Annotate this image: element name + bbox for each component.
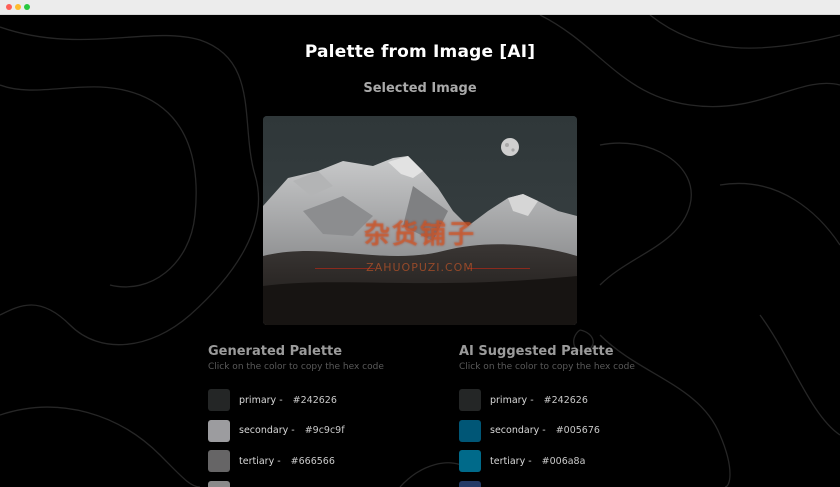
color-swatch[interactable]	[459, 480, 481, 487]
window-titlebar	[0, 0, 840, 15]
color-hex[interactable]: #242626	[544, 395, 588, 406]
app-canvas: Palette from Image [AI] Selected Image 杂…	[0, 15, 840, 487]
image-watermark: 杂货铺子	[363, 220, 476, 250]
color-swatch[interactable]	[459, 389, 481, 411]
minimize-window-icon[interactable]	[15, 4, 21, 10]
color-name: primary -	[239, 394, 283, 406]
generated-palette-hint: Click on the color to copy the hex code	[208, 362, 384, 372]
color-swatch[interactable]	[208, 480, 230, 487]
close-window-icon[interactable]	[6, 4, 12, 10]
generated-swatch-list: primary - #242626 secondary - #9c9c9f te…	[208, 389, 438, 487]
color-swatch[interactable]	[208, 450, 230, 472]
swatch-row-primary[interactable]: primary - #242626	[208, 389, 438, 411]
ai-swatch-row-tertiary[interactable]: tertiary - #006a8a	[459, 450, 689, 472]
generated-palette: Generated Palette Click on the color to …	[208, 344, 438, 487]
browser-window: Palette from Image [AI] Selected Image 杂…	[0, 0, 840, 487]
color-hex[interactable]: #9c9c9f	[305, 425, 345, 436]
ai-swatch-list: primary - #242626 secondary - #005676 te…	[459, 389, 689, 487]
color-swatch[interactable]	[208, 389, 230, 411]
ai-swatch-row-quaternary[interactable]	[459, 480, 689, 487]
color-name: tertiary -	[239, 455, 281, 467]
selected-image[interactable]: 杂货铺子 ZAHUOPUZI.COM	[263, 116, 577, 325]
ai-swatch-row-primary[interactable]: primary - #242626	[459, 389, 689, 411]
maximize-window-icon[interactable]	[24, 4, 30, 10]
selected-image-label: Selected Image	[363, 81, 477, 96]
color-name: primary -	[490, 394, 534, 406]
ai-suggested-palette: AI Suggested Palette Click on the color …	[459, 344, 689, 487]
swatch-row-quaternary[interactable]	[208, 480, 438, 487]
color-name: secondary -	[490, 425, 546, 436]
color-hex[interactable]: #242626	[293, 395, 337, 406]
color-swatch[interactable]	[208, 419, 230, 442]
page-title: Palette from Image [AI]	[304, 42, 536, 62]
color-hex[interactable]: #006a8a	[542, 456, 586, 467]
color-hex[interactable]: #666566	[291, 456, 335, 467]
image-watermark-url: ZAHUOPUZI.COM	[366, 261, 474, 274]
ai-palette-heading: AI Suggested Palette	[459, 344, 614, 359]
color-hex[interactable]: #005676	[556, 425, 600, 436]
ai-swatch-row-secondary[interactable]: secondary - #005676	[459, 419, 689, 442]
ai-palette-hint: Click on the color to copy the hex code	[459, 362, 635, 372]
generated-palette-heading: Generated Palette	[208, 344, 343, 359]
color-name: tertiary -	[490, 455, 532, 467]
swatch-row-tertiary[interactable]: tertiary - #666566	[208, 450, 438, 472]
swatch-row-secondary[interactable]: secondary - #9c9c9f	[208, 419, 438, 442]
color-swatch[interactable]	[459, 419, 481, 442]
color-name: secondary -	[239, 425, 295, 436]
color-swatch[interactable]	[459, 450, 481, 472]
